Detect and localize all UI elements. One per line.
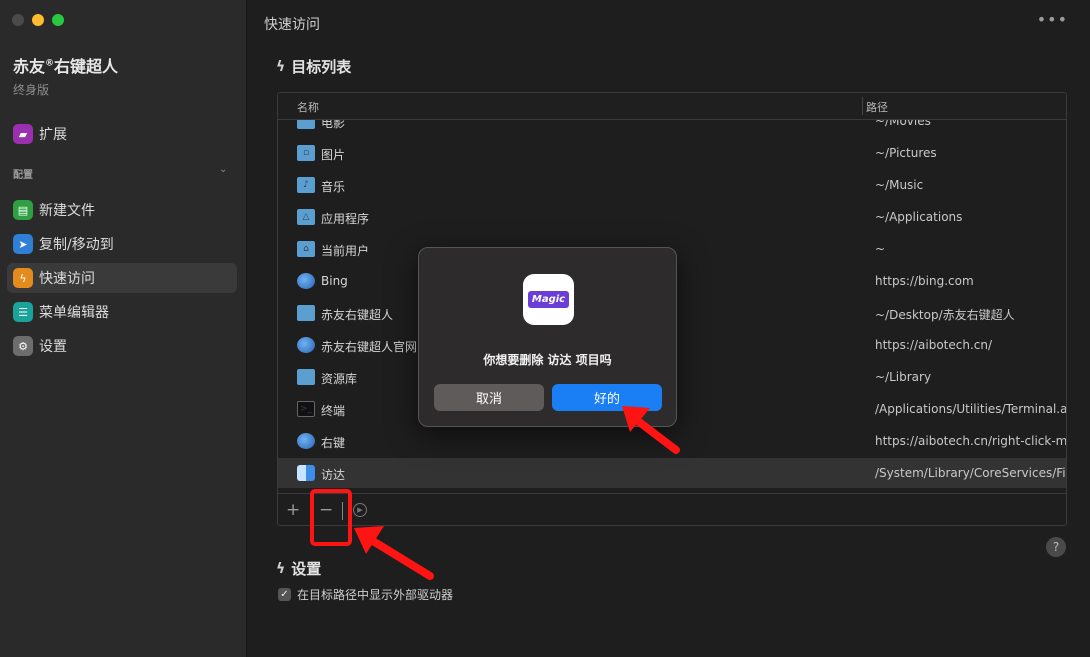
bolt-icon: ϟ [276, 560, 286, 577]
checkbox-label: 在目标路径中显示外部驱动器 [297, 588, 454, 602]
globe-icon [297, 433, 315, 449]
annotation-arrow-icon [354, 526, 434, 580]
settings-icon: ⚙ [13, 336, 33, 356]
folder-icon: ♪ [297, 177, 315, 193]
app-name: 赤友®右键超人 [13, 57, 119, 76]
close-window-button[interactable] [12, 14, 24, 26]
menu-editor-icon: ☰ [13, 302, 33, 322]
new-file-icon: ▤ [13, 200, 33, 220]
more-options-button[interactable]: ••• [1037, 10, 1068, 29]
sidebar-item-label: 设置 [39, 339, 67, 355]
sidebar-item-label: 新建文件 [39, 203, 95, 219]
table-row[interactable]: △ 应用程序 ~/Applications [278, 202, 1066, 234]
column-header-name[interactable]: 名称 [297, 99, 319, 115]
targets-section-title: ϟ 目标列表 [276, 58, 352, 76]
copy-move-icon: ➤ [13, 234, 33, 254]
sidebar-item-label: 复制/移动到 [39, 237, 114, 253]
table-row[interactable]: 电影 ~/Movies [278, 120, 1066, 138]
help-button[interactable]: ? [1046, 537, 1066, 557]
sidebar-item-label: 菜单编辑器 [39, 305, 109, 321]
play-icon[interactable]: ▶ [353, 503, 367, 517]
folder-icon: ⌂ [297, 241, 315, 257]
folder-icon [297, 369, 315, 385]
dialog-message: 你想要删除 访达 项目吗 [483, 353, 612, 367]
folder-icon [297, 120, 315, 129]
sidebar: 赤友®右键超人 终身版 ▰ 扩展 配置 ⌄ ▤ 新建文件 ➤ 复制/移动到 ϟ … [0, 0, 247, 657]
sidebar-item-label: 扩展 [39, 127, 67, 143]
extension-icon: ▰ [13, 124, 33, 144]
chevron-down-icon[interactable]: ⌄ [219, 164, 227, 175]
app-logo-icon: Magic [523, 274, 574, 325]
sidebar-item-new-file[interactable]: ▤ 新建文件 [7, 195, 237, 225]
folder-icon: ▫ [297, 145, 315, 161]
annotation-arrow-icon [622, 406, 680, 454]
window-title: 快速访问 [264, 17, 320, 33]
annotation-highlight-box [310, 489, 352, 546]
section-label-config: 配置 [13, 170, 33, 181]
app-edition: 终身版 [13, 83, 50, 97]
table-row-selected[interactable]: 访达 /System/Library/CoreServices/Finder.a… [278, 458, 1066, 488]
checkbox-checked-icon[interactable]: ✓ [278, 588, 291, 601]
sidebar-item-quick-access[interactable]: ϟ 快速访问 [7, 263, 237, 293]
folder-icon [297, 305, 315, 321]
cancel-button[interactable]: 取消 [434, 384, 544, 411]
table-row[interactable]: ♪ 音乐 ~/Music [278, 170, 1066, 202]
globe-icon [297, 273, 315, 289]
add-button[interactable]: + [286, 500, 300, 520]
show-external-drives-option[interactable]: ✓ 在目标路径中显示外部驱动器 [278, 586, 453, 603]
delete-confirm-dialog: Magic 你想要删除 访达 项目吗 取消 好的 [418, 247, 677, 427]
table-row[interactable]: ▫ 图片 ~/Pictures [278, 138, 1066, 170]
folder-icon: △ [297, 209, 315, 225]
column-header-path[interactable]: 路径 [866, 99, 888, 115]
sidebar-item-extension[interactable]: ▰ 扩展 [7, 119, 237, 149]
zoom-window-button[interactable] [52, 14, 64, 26]
settings-section-title: ϟ 设置 [276, 560, 322, 578]
sidebar-item-settings[interactable]: ⚙ 设置 [7, 331, 237, 361]
quick-access-icon: ϟ [13, 268, 33, 288]
bolt-icon: ϟ [276, 58, 286, 75]
minimize-window-button[interactable] [32, 14, 44, 26]
window-controls [12, 14, 64, 26]
sidebar-item-menu-editor[interactable]: ☰ 菜单编辑器 [7, 297, 237, 327]
finder-icon [297, 465, 315, 481]
sidebar-item-copy-move[interactable]: ➤ 复制/移动到 [7, 229, 237, 259]
column-divider[interactable] [862, 97, 863, 115]
terminal-icon: >_ [297, 401, 315, 417]
table-header: 名称 路径 [278, 93, 1066, 120]
sidebar-item-label: 快速访问 [39, 271, 95, 287]
globe-icon [297, 337, 315, 353]
